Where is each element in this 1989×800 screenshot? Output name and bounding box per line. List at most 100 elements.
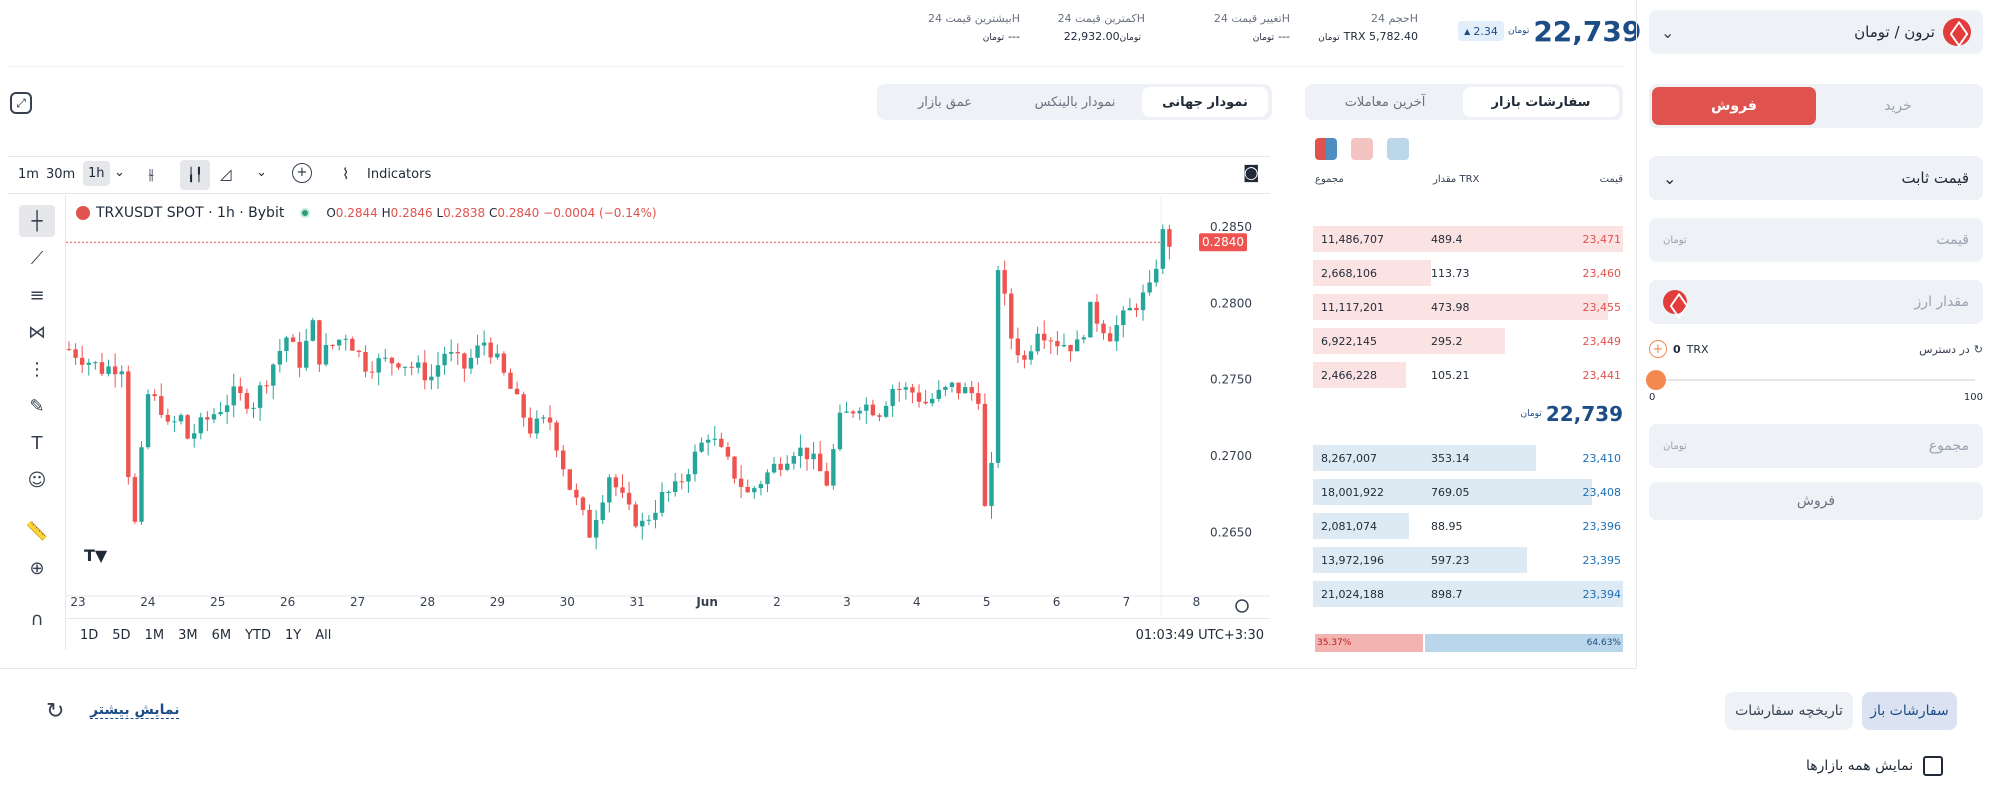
orderbook-row[interactable]: 11,117,201 473.98 23,455 [1313,294,1623,320]
candle [495,353,500,358]
price-input[interactable]: تومان قیمت [1649,218,1983,262]
magnet-icon[interactable]: ∩ [19,603,55,635]
chevron-down-icon: ⌄ [1663,168,1677,188]
fib-icon[interactable]: ≡ [19,279,55,311]
candle [152,394,157,397]
candle [870,404,876,416]
orderbook-row[interactable]: 18,001,922 769.05 23,408 [1313,479,1623,505]
camera-icon[interactable]: ◙ [1243,163,1260,183]
candle [719,438,724,447]
candle [514,388,520,395]
candle [264,385,269,387]
candle [567,469,572,490]
checkbox[interactable] [1923,756,1944,776]
timeframe-1y[interactable]: 1Y [285,628,301,643]
price-chart[interactable]: 0.28500.28000.27500.27000.265023 24 25 26 27… [66,196,1270,616]
candle [1107,333,1113,342]
indicators-icon[interactable]: ⌇ [342,165,349,183]
pair-selector[interactable]: ⌄ ترون / تومان [1649,10,1983,54]
orderbook-row[interactable]: 13,972,196 597.23 23,395 [1313,547,1623,573]
candle [501,353,507,373]
candle [468,357,474,369]
settings-icon[interactable] [1235,599,1249,613]
book-bids-icon[interactable] [1387,138,1409,160]
amount-input[interactable]: مقدار ارز [1649,280,1983,324]
candle [126,371,131,478]
candle [521,394,526,418]
book-both-icon[interactable] [1315,138,1337,160]
slider-handle[interactable] [1646,370,1666,390]
chevron-down-icon[interactable]: ⌄ [256,165,267,180]
expand-icon[interactable]: ⤢ [10,92,32,114]
candle [422,362,428,381]
text-icon[interactable]: T [19,427,55,459]
refresh-icon[interactable]: ↻ [46,699,64,724]
orderbook-row[interactable]: 21,024,188 898.7 23,394 [1313,581,1623,607]
refresh-icon[interactable]: ↻ [1974,343,1983,356]
orderbook-row[interactable]: 2,668,106 113.73 23,460 [1313,260,1623,286]
amount-slider[interactable] [1646,370,1975,390]
timeframe-3m[interactable]: 3M [178,628,198,643]
buy-tab[interactable]: خرید [1816,87,1980,125]
orderbook-row[interactable]: 2,081,074 88.95 23,396 [1313,513,1623,539]
x-tick-label: 31 [630,595,645,609]
trend-line-icon[interactable]: ⟋ [19,242,55,274]
drawing-tools: ┼ ⟋ ≡ ⋈ ⋮ ✎ T ☺ 📏 ⊕ ∩ [8,195,66,650]
compare-icon[interactable]: ◿ [220,165,232,183]
slider-scale: 0 100 [1649,392,1983,403]
book-asks-icon[interactable] [1351,138,1373,160]
stat-0: حجم 24H تومان TRX 5,782.40 [1318,12,1418,43]
ruler-icon[interactable]: 📏 [19,515,55,547]
order-type-select[interactable]: ⌄ قیمت ثابت [1649,156,1983,200]
orderbook-row[interactable]: 6,922,145 295.2 23,449 [1313,328,1623,354]
zoom-in-icon[interactable]: ⊕ [19,552,55,584]
add-icon[interactable]: + [1649,340,1667,358]
bar-style-icon[interactable]: ⫳ [148,165,154,183]
submit-sell-button[interactable]: فروش [1649,482,1983,520]
sell-tab[interactable]: فروش [1652,87,1816,125]
indicators-button[interactable]: Indicators [367,167,431,182]
y-tick-label: 0.2650 [1210,526,1252,540]
emoji-icon[interactable]: ☺ [19,464,55,496]
forecast-icon[interactable]: ⋮ [19,353,55,385]
chart-clock: 01:03:49 UTC+3:30 [1135,628,1264,643]
mid-price: تومان 22,739 [1520,402,1623,426]
order-history-tab[interactable]: تاریخچه سفارشات [1725,692,1853,730]
brush-icon[interactable]: ✎ [19,390,55,422]
timeframe-1d[interactable]: 1D [80,628,98,643]
timeframe-1m[interactable]: 1M [145,628,165,643]
open-orders-tab[interactable]: سفارشات باز [1862,692,1957,730]
candle [580,497,586,510]
candle [857,410,862,414]
show-more-link[interactable]: نمایش بیشتر [90,702,180,719]
add-indicator-icon[interactable]: + [292,163,312,183]
candle [317,320,322,365]
interval-1m[interactable]: 1m [18,167,39,182]
tab-last-trades[interactable]: آخرین معاملات [1309,87,1461,117]
candles-icon[interactable]: ╽╿ [180,160,210,190]
stat-3: بیشترین قیمت 24H تومان --- [927,12,1020,43]
total-input[interactable]: تومان مجموع [1649,424,1983,468]
chevron-down-icon[interactable]: ⌄ [114,165,125,180]
candle [890,388,895,406]
timeframe-all[interactable]: All [315,628,331,643]
candle [923,401,928,404]
interval-30m[interactable]: 30m [46,167,75,182]
timeframe-ytd[interactable]: YTD [245,628,271,643]
available-row: + 0 TRX در دسترس ↻ [1649,339,1983,359]
pattern-icon[interactable]: ⋈ [19,316,55,348]
show-all-markets[interactable]: نمایش همه بازارها [1806,756,1944,776]
orderbook-row[interactable]: 8,267,007 353.14 23,410 [1313,445,1623,471]
tab-market-orders[interactable]: سفارشات بازار [1463,87,1619,117]
crosshair-icon[interactable]: ┼ [19,205,55,237]
interval-1h[interactable]: 1h [83,161,110,186]
tab-global-chart[interactable]: نمودار جهانی [1142,87,1268,117]
timeframe-6m[interactable]: 6M [212,628,232,643]
orderbook-row[interactable]: 2,466,228 105.21 23,441 [1313,362,1623,388]
candle [534,418,540,434]
tab-balinex-chart[interactable]: نمودار بالینکس [1012,87,1138,117]
candle [488,342,493,358]
tab-market-depth[interactable]: عمق بازار [882,87,1008,117]
orderbook-row[interactable]: 11,486,707 489.4 23,471 [1313,226,1623,252]
timeframe-5d[interactable]: 5D [112,628,130,643]
